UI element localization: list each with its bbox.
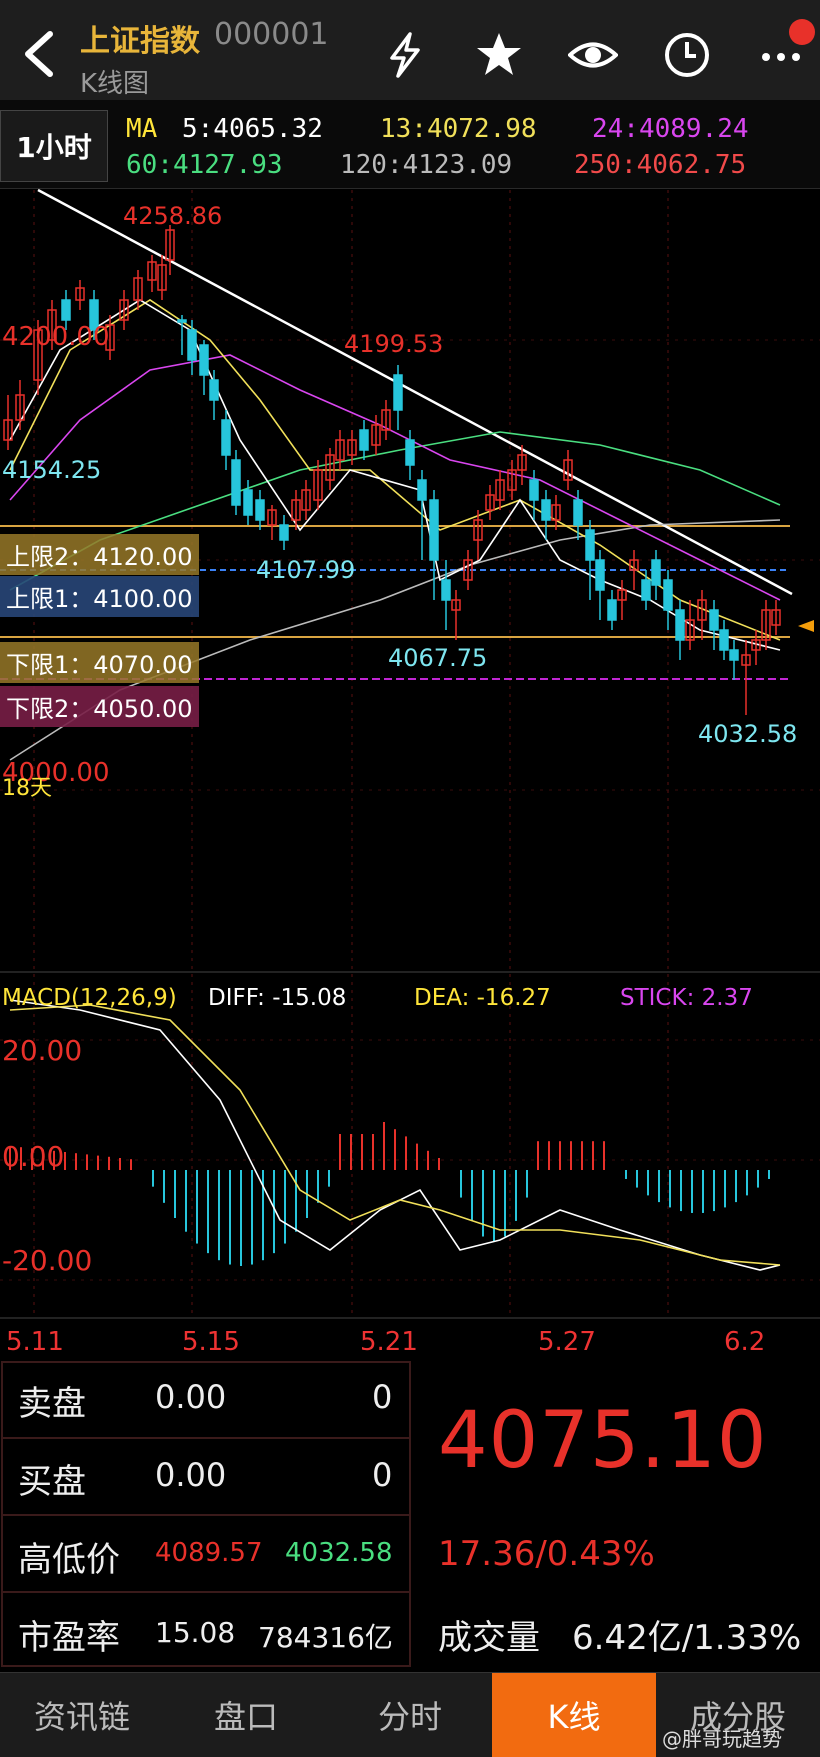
upper-limit-1-tag: 上限1：4100.00 xyxy=(0,576,199,617)
date-label: 5.21 xyxy=(360,1327,418,1357)
ma250-value: 250:4062.75 xyxy=(574,150,747,180)
date-label: 5.15 xyxy=(182,1327,240,1357)
buy-label: 买盘 xyxy=(18,1462,86,1502)
macd-stick: STICK: 2.37 xyxy=(620,985,753,1011)
macd-title: MACD(12,26,9) xyxy=(2,985,177,1011)
star-icon[interactable] xyxy=(474,30,524,80)
price-label-4107: 4107.99 xyxy=(256,556,356,584)
candle-body xyxy=(529,479,539,501)
candle-body xyxy=(441,579,451,601)
candle-body xyxy=(255,499,265,521)
candle-body xyxy=(393,374,403,411)
candle-body xyxy=(585,529,595,561)
stock-code: 000001 xyxy=(214,17,329,52)
axis-label-4200: 4200.00 xyxy=(2,322,110,352)
low-price-label: 4032.58 xyxy=(698,720,798,748)
clock-icon[interactable] xyxy=(662,30,712,80)
page-subtitle: K线图 xyxy=(80,69,150,99)
eye-icon[interactable] xyxy=(568,30,618,80)
high-low-label: 高低价 xyxy=(18,1540,120,1580)
volume-value: 6.42亿/1.33% xyxy=(572,1618,802,1658)
ma120-value: 120:4123.09 xyxy=(340,150,513,180)
sell-price: 0.00 xyxy=(155,1378,227,1416)
candle-body xyxy=(209,379,219,401)
candle-body xyxy=(279,524,289,541)
candle-body xyxy=(663,579,673,611)
sell-qty: 0 xyxy=(372,1378,393,1416)
candle-body xyxy=(199,344,209,376)
ma60-value: 60:4127.93 xyxy=(126,150,283,180)
macd-dea: DEA: -16.27 xyxy=(414,985,551,1011)
ma-prefix: MA xyxy=(126,114,158,144)
price-change: 17.36/0.43% xyxy=(438,1534,655,1574)
last-price: 4075.10 xyxy=(438,1396,768,1486)
candle-body xyxy=(573,499,583,526)
date-label: 5.11 xyxy=(6,1327,64,1357)
candle-body xyxy=(243,489,253,516)
pe-label: 市盈率 xyxy=(18,1618,120,1658)
day-high: 4089.57 xyxy=(155,1538,263,1568)
kline-chart[interactable] xyxy=(0,188,820,1353)
candle-body xyxy=(187,329,197,361)
upper-limit-2-tag: 上限2：4120.00 xyxy=(0,534,199,575)
macd-axis-zero: 0.00 xyxy=(2,1140,65,1173)
sell-label: 卖盘 xyxy=(18,1384,86,1424)
tab-news[interactable]: 资讯链 xyxy=(0,1673,164,1757)
candle-body xyxy=(641,579,651,601)
top-bar: 上证指数 000001 K线图 xyxy=(0,0,820,100)
candle-body xyxy=(709,609,719,631)
flash-icon[interactable] xyxy=(380,30,430,80)
ma24-value: 24:4089.24 xyxy=(592,114,749,144)
tab-intraday[interactable]: 分时 xyxy=(328,1673,492,1757)
day-low: 4032.58 xyxy=(285,1538,393,1568)
candle-body xyxy=(607,599,617,621)
candle-body xyxy=(231,459,241,506)
days-label: 18天 xyxy=(2,776,52,801)
date-label: 6.2 xyxy=(724,1327,766,1357)
price-label-4067: 4067.75 xyxy=(388,644,488,672)
buy-qty: 0 xyxy=(372,1456,393,1494)
high-price-label: 4258.86 xyxy=(123,202,223,230)
price-label-4154: 4154.25 xyxy=(2,456,102,484)
macd-axis-bottom: -20.00 xyxy=(2,1244,93,1277)
candle-body xyxy=(541,499,551,521)
candle-body xyxy=(61,299,71,321)
buy-price: 0.00 xyxy=(155,1456,227,1494)
date-label: 5.27 xyxy=(538,1327,596,1357)
candle-body xyxy=(177,319,187,323)
candle-body xyxy=(595,559,605,591)
candle-body xyxy=(417,479,427,501)
tab-kline[interactable]: K线 xyxy=(492,1673,656,1757)
stock-name: 上证指数 xyxy=(80,24,200,59)
ma13-value: 13:4072.98 xyxy=(380,114,537,144)
current-price-marker xyxy=(798,620,814,632)
quote-panel: 卖盘 0.00 0 买盘 0.00 0 高低价 4089.57 4032.58 … xyxy=(0,1360,820,1670)
tab-orderbook[interactable]: 盘口 xyxy=(164,1673,328,1757)
lower-limit-1-tag: 下限1：4070.00 xyxy=(0,642,199,683)
candle-body xyxy=(675,609,685,641)
lower-limit-2-tag: 下限2：4050.00 xyxy=(0,686,199,727)
back-arrow-icon[interactable] xyxy=(14,28,66,80)
pe-value: 15.08 xyxy=(155,1616,236,1649)
macd-diff: DIFF: -15.08 xyxy=(208,985,347,1011)
candle-body xyxy=(729,649,739,661)
candle-body xyxy=(429,499,439,561)
ma5-value: 5:4065.32 xyxy=(182,114,323,144)
macd-axis-top: 20.00 xyxy=(2,1034,83,1067)
candle-body xyxy=(719,629,729,651)
watermark: @胖哥玩趋势 xyxy=(662,1727,782,1751)
candle-body xyxy=(221,419,231,456)
candle-body xyxy=(359,429,369,451)
bottom-tab-bar: 资讯链 盘口 分时 K线 成分股 @胖哥玩趋势 xyxy=(0,1672,820,1757)
price-label-4199: 4199.53 xyxy=(344,330,444,358)
market-cap: 784316亿 xyxy=(258,1621,393,1654)
notification-badge-icon[interactable] xyxy=(786,14,816,50)
volume-label: 成交量 xyxy=(438,1618,540,1658)
period-selector[interactable]: 1小时 xyxy=(0,110,108,182)
candle-body xyxy=(651,559,661,586)
candle-body xyxy=(405,439,415,466)
